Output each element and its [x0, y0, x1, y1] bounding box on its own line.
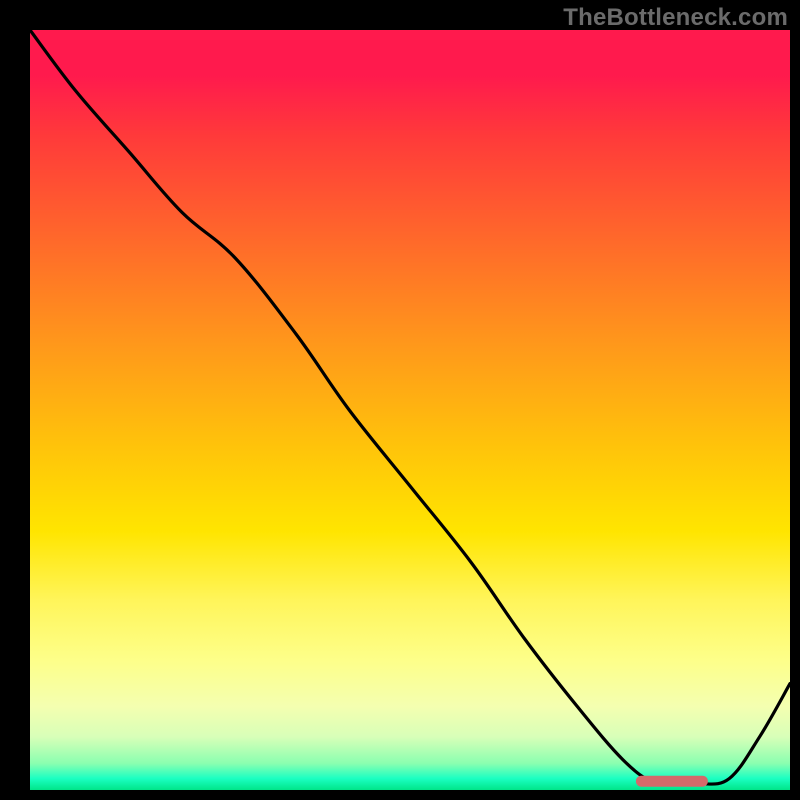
bottleneck-curve [30, 30, 790, 790]
chart-frame: TheBottleneck.com [0, 0, 800, 800]
watermark-text: TheBottleneck.com [563, 4, 788, 32]
curve-path [30, 30, 790, 785]
optimal-zone-marker [636, 776, 708, 787]
plot-area [30, 30, 790, 790]
